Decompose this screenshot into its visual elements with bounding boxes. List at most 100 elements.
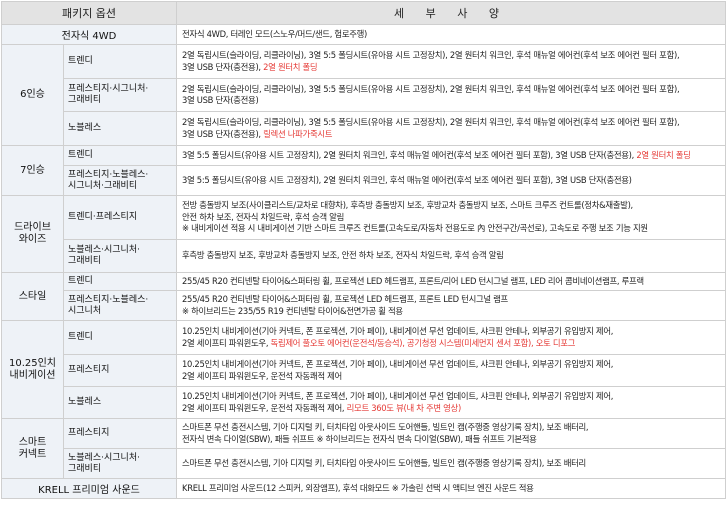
desc-line: 2열 세이프티 파워윈도우, 독립제어 풀오토 에어컨(운전석/동승석), 공기… xyxy=(182,338,720,350)
sub-prestige: 프레스티지 xyxy=(62,418,178,449)
row-desc: 2열 독립시트(슬라이딩, 리클라이닝), 3열 5:5 폴딩시트(유아용 시트… xyxy=(176,78,726,112)
row-desc: 2열 독립시트(슬라이딩, 리클라이닝), 3열 5:5 폴딩시트(유아용 시트… xyxy=(176,111,726,146)
sub-label-line: 노블레스·시그니처· xyxy=(68,452,140,463)
sub-prestige-noblesse-signature: 프레스티지·노블레스· 시그니처 xyxy=(62,290,178,321)
row-desc: 255/45 R20 컨티넨탈 타이어&스퍼터링 휠, 프로젝션 LED 헤드램… xyxy=(176,290,726,321)
table-row: 노블레스 2열 독립시트(슬라이딩, 리클라이닝), 3열 5:5 폴딩시트(유… xyxy=(2,111,726,146)
sub-label-line: 그래비티 xyxy=(68,95,102,105)
table-row: 스타일 트렌디 255/45 R20 컨티넨탈 타이어&스퍼터링 휠, 프로젝션… xyxy=(1,272,726,321)
category-seven-seater: 7인승 xyxy=(1,145,64,196)
desc-line: 3열 USB 단자(충전용), 2열 원터치 폴딩 xyxy=(182,62,720,74)
sub-noblesse-signature-gravity: 노블레스·시그니처· 그래비티 xyxy=(62,239,178,273)
row-desc: 전방 충돌방지 보조(사이클리스트/교차로 대향차), 후측방 충돌방지 보조,… xyxy=(176,195,726,240)
category-label-line: 커넥트 xyxy=(18,448,47,460)
row-desc: 후측방 충돌방지 보조, 후방교차 충돌방지 보조, 안전 하차 보조, 전자식… xyxy=(176,239,726,273)
table-row: 7인승 트렌디 3열 5:5 폴딩시트(유아용 시트 고정장치), 2열 원터치… xyxy=(1,145,726,196)
row-desc-awd: 전자식 4WD, 터레인 모드(스노우/머드/샌드, 험로주행) xyxy=(176,24,726,45)
sub-prestige-noblesse-signature-gravity: 프레스티지·노블레스· 시그니처·그래비티 xyxy=(62,165,178,196)
desc-line: 255/45 R20 컨티넨탈 타이어&스퍼터링 휠, 프로젝션 LED 헤드램… xyxy=(182,294,508,304)
sub-noblesse: 노블레스 xyxy=(62,111,178,146)
row-label-awd: 전자식 4WD xyxy=(0,24,178,45)
row-desc: 스마트폰 무선 충전시스템, 기아 디지털 키, 터치타입 아웃사이드 도어핸들… xyxy=(176,448,726,479)
category-navigation: 10.25인치 내비게이션 xyxy=(1,320,64,419)
sub-label-line: 시그니처 xyxy=(68,305,102,316)
desc-line: 3열 USB 단자(충전용), 릴렉션 나파가죽시트 xyxy=(182,129,720,141)
row-desc: 255/45 R20 컨티넨탈 타이어&스퍼터링 휠, 프로젝션 LED 헤드램… xyxy=(176,272,726,291)
category-label-line: 드라이브 xyxy=(14,222,51,233)
category-style: 스타일 xyxy=(1,272,64,321)
row-desc: 10.25인치 내비게이션(기아 커넥트, 폰 프로젝션, 기아 페이), 내비… xyxy=(176,320,726,355)
sub-label-line: 그래비티 xyxy=(68,463,102,474)
row-desc: 3열 5:5 폴딩시트(유아용 시트 고정장치), 2열 원터치 워크인, 후석… xyxy=(176,165,726,196)
desc-line: 안전 하차 보조, 전자식 차일드락, 후석 승객 알림 xyxy=(182,211,344,222)
desc-text: 3열 USB 단자(충전용), xyxy=(182,61,264,72)
table-row: 프레스티지·노블레스· 시그니처·그래비티 3열 5:5 폴딩시트(유아용 시트… xyxy=(2,165,726,196)
desc-highlight: 2열 원터치 폴딩 xyxy=(263,61,318,72)
sub-noblesse: 노블레스 xyxy=(62,386,178,419)
desc-line: 2열 독립시트(슬라이딩, 리클라이닝), 3열 5:5 폴딩시트(유아용 시트… xyxy=(182,50,680,60)
table-row: 프레스티지·시그니처· 그래비티 2열 독립시트(슬라이딩, 리클라이닝), 3… xyxy=(2,78,726,112)
desc-text: 3열 USB 단자(충전용), xyxy=(182,128,264,139)
desc-line: 2열 세이프티 파워윈도우, 운전석 자동쾌적 제어, 리모트 360도 뷰(내… xyxy=(182,403,720,415)
desc-line: 전방 충돌방지 보조(사이클리스트/교차로 대향차), 후측방 충돌방지 보조,… xyxy=(182,200,633,211)
category-six-seater: 6인승 xyxy=(1,44,64,146)
sub-trendy-prestige: 트렌디·프레스티지 xyxy=(62,195,178,240)
desc-line: 2열 독립시트(슬라이딩, 리클라이닝), 3열 5:5 폴딩시트(유아용 시트… xyxy=(182,117,680,127)
sub-label-line: 그래비티 xyxy=(68,256,102,266)
sub-noblesse-signature-gravity: 노블레스·시그니처· 그래비티 xyxy=(62,448,178,479)
row-desc-krell: KRELL 프리미엄 사운드(12 스피커, 외장앰프), 후석 대화모드 ※ … xyxy=(176,478,726,499)
table-row: 노블레스 10.25인치 내비게이션(기아 커넥트, 폰 프로젝션, 기아 페이… xyxy=(2,386,726,419)
desc-line: 2열 독립시트(슬라이딩, 리클라이닝), 3열 5:5 폴딩시트(유아용 시트… xyxy=(182,83,680,94)
category-smart-connect: 스마트 커넥트 xyxy=(1,418,64,479)
desc-highlight: 리모트 360도 뷰(내 차 주변 영상) xyxy=(346,402,462,413)
sub-label-line: 프레스티지·시그니처· xyxy=(68,84,149,94)
table-row: KRELL 프리미엄 사운드 KRELL 프리미엄 사운드(12 스피커, 외장… xyxy=(0,478,726,499)
category-label-line: 와이즈 xyxy=(18,234,47,245)
row-desc: 10.25인치 내비게이션(기아 커넥트, 폰 프로젝션, 기아 페이), 내비… xyxy=(176,354,726,387)
row-desc: 2열 독립시트(슬라이딩, 리클라이닝), 3열 5:5 폴딩시트(유아용 시트… xyxy=(176,44,726,79)
table-row: 프레스티지 10.25인치 내비게이션(기아 커넥트, 폰 프로젝션, 기아 페… xyxy=(2,354,726,387)
table-row: 6인승 트렌디 2열 독립시트(슬라이딩, 리클라이닝), 3열 5:5 폴딩시… xyxy=(1,44,726,146)
desc-highlight: 릴렉션 나파가죽시트 xyxy=(263,128,333,139)
table-row: 스마트 커넥트 프레스티지 스마트폰 무선 충전시스템, 기아 디지털 키, 터… xyxy=(1,418,726,479)
desc-text: 2열 세이프티 파워윈도우, xyxy=(182,337,271,348)
desc-line: 10.25인치 내비게이션(기아 커넥트, 폰 프로젝션, 기아 페이), 내비… xyxy=(182,391,614,401)
category-label-line: 내비게이션 xyxy=(9,369,56,381)
header-spec: 세 부 사 양 xyxy=(176,1,726,25)
sub-trendy: 트렌디 xyxy=(62,145,178,166)
desc-text: 2열 세이프티 파워윈도우, 운전석 자동쾌적 제어, xyxy=(182,402,347,413)
desc-line: 10.25인치 내비게이션(기아 커넥트, 폰 프로젝션, 기아 페이), 내비… xyxy=(182,326,614,336)
header-package-option: 패키지 옵션 xyxy=(0,1,178,25)
sub-trendy: 트렌디 xyxy=(62,272,178,291)
table-row: 전자식 4WD 전자식 4WD, 터레인 모드(스노우/머드/샌드, 험로주행) xyxy=(0,24,726,45)
desc-line: 10.25인치 내비게이션(기아 커넥트, 폰 프로젝션, 기아 페이), 내비… xyxy=(182,359,614,369)
desc-note: ※ 하이브리드는 235/55 R19 컨티넨탈 타이어&전면가공 휠 적용 xyxy=(182,305,403,316)
sub-trendy: 트렌디 xyxy=(62,320,178,355)
package-options-table: 패키지 옵션 세 부 사 양 전자식 4WD 전자식 4WD, 터레인 모드(스… xyxy=(0,1,726,499)
desc-highlight: 2열 원터치 폴딩 xyxy=(636,149,691,160)
sub-label-line: 노블레스·시그니처· xyxy=(68,245,140,255)
sub-trendy: 트렌디 xyxy=(62,44,178,79)
sub-prestige-signature-gravity: 프레스티지·시그니처· 그래비티 xyxy=(62,78,178,112)
category-label-line: 스마트 xyxy=(18,436,47,448)
table-row: 드라이브 와이즈 트렌디·프레스티지 전방 충돌방지 보조(사이클리스트/교차로… xyxy=(1,195,726,273)
table-row: 노블레스·시그니처· 그래비티 스마트폰 무선 충전시스템, 기아 디지털 키,… xyxy=(2,448,726,479)
category-drive-wise: 드라이브 와이즈 xyxy=(1,195,64,273)
table-row: 프레스티지·노블레스· 시그니처 255/45 R20 컨티넨탈 타이어&스퍼터… xyxy=(2,290,726,321)
desc-highlight: 독립제어 풀오토 에어컨(운전석/동승석), 공기청정 시스템(미세먼지 센서 … xyxy=(270,337,576,348)
desc-note: ※ 내비게이션 적용 시 내비게이션 기반 스마트 크루즈 컨트롤(고속도로/자… xyxy=(182,223,648,234)
table-header: 패키지 옵션 세 부 사 양 xyxy=(0,1,726,25)
row-desc: 스마트폰 무선 충전시스템, 기아 디지털 키, 터치타입 아웃사이드 도어핸들… xyxy=(176,418,726,449)
table-row: 10.25인치 내비게이션 트렌디 10.25인치 내비게이션(기아 커넥트, … xyxy=(1,320,726,419)
category-label-line: 10.25인치 xyxy=(8,357,57,369)
row-desc: 3열 5:5 폴딩시트(유아용 시트 고정장치), 2열 원터치 워크인, 후석… xyxy=(176,145,726,166)
sub-label-line: 프레스티지·노블레스· xyxy=(68,169,149,180)
table-row: 노블레스·시그니처· 그래비티 후측방 충돌방지 보조, 후방교차 충돌방지 보… xyxy=(2,239,726,273)
desc-text: 3열 5:5 폴딩시트(유아용 시트 고정장치), 2열 원터치 워크인, 후석… xyxy=(182,149,637,160)
sub-prestige: 프레스티지 xyxy=(62,354,178,387)
sub-label-line: 시그니처·그래비티 xyxy=(68,180,138,191)
row-label-krell: KRELL 프리미엄 사운드 xyxy=(0,478,178,499)
desc-line: 전자식 변속 다이얼(SBW), 패들 쉬프트 ※ 하이브리드는 전자식 변속 … xyxy=(182,433,537,444)
desc-line: 스마트폰 무선 충전시스템, 기아 디지털 키, 터치타입 아웃사이드 도어핸들… xyxy=(182,422,589,432)
row-desc: 10.25인치 내비게이션(기아 커넥트, 폰 프로젝션, 기아 페이), 내비… xyxy=(176,386,726,419)
